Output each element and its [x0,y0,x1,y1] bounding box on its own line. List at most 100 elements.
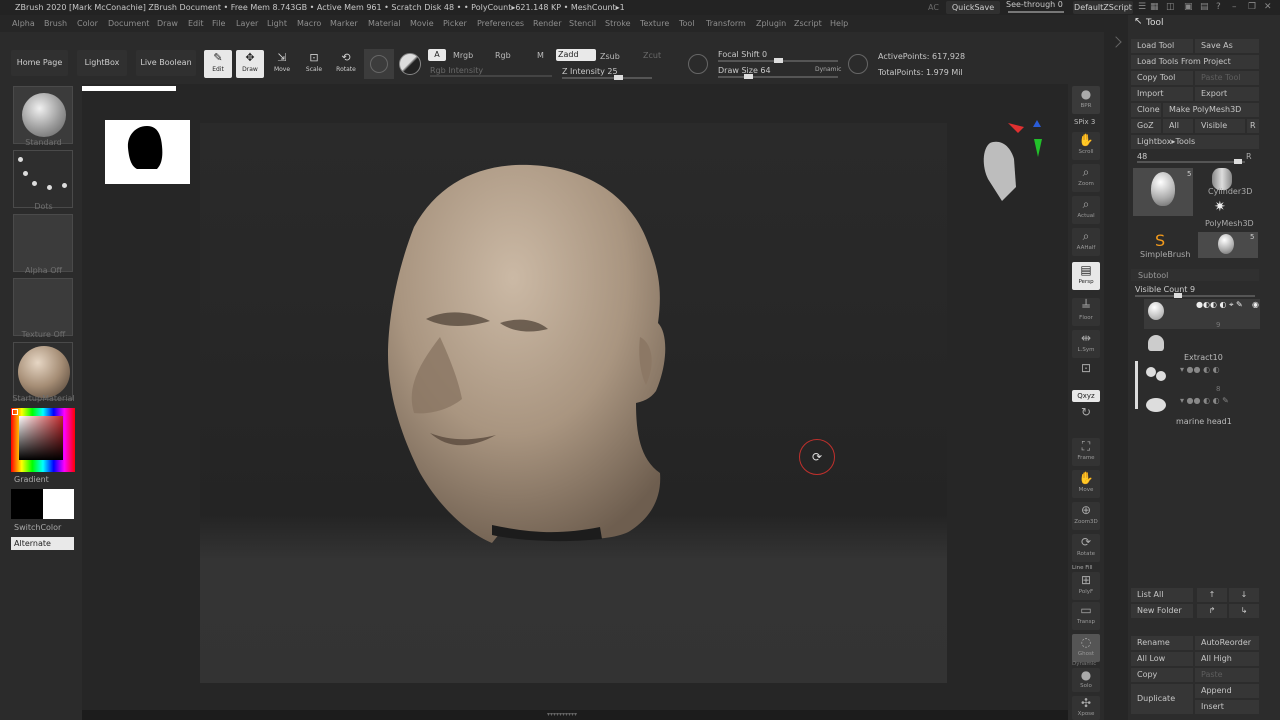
m-button[interactable]: M [537,51,544,60]
draw-size-track[interactable] [718,76,838,78]
main-color-swatch[interactable] [11,489,43,519]
frame-button[interactable]: ⛶ Frame [1072,438,1100,466]
quicksave-button[interactable]: QuickSave [946,1,1000,14]
zcut-button[interactable]: Zcut [643,51,661,60]
autoreorder-button[interactable]: AutoReorder [1195,636,1259,650]
subtool-header[interactable]: Subtool [1131,269,1259,281]
minimize-icon[interactable]: – [1232,0,1237,15]
lightbox-tools-button[interactable]: Lightbox▸Tools [1131,135,1259,149]
material-thumbnail[interactable] [13,342,73,400]
menu-zscript[interactable]: Zscript [794,15,822,32]
z-intensity-slider[interactable]: Z Intensity 25 [562,67,618,76]
folder-down-button[interactable]: ↳ [1229,604,1259,618]
floor-button[interactable]: ╧ Floor [1072,298,1100,326]
navigation-gizmo[interactable] [970,115,1050,205]
rgb-intensity-slider[interactable]: Rgb Intensity [430,66,483,75]
goz-button[interactable]: GoZ [1131,119,1161,133]
subtool-scrollbar[interactable] [1135,361,1138,409]
live-boolean-button[interactable]: Live Boolean [136,50,196,76]
simplebrush-icon[interactable]: S [1155,231,1165,250]
load-tools-from-project-button[interactable]: Load Tools From Project [1131,55,1259,69]
zadd-toggle[interactable]: Zadd [556,49,596,61]
menu-picker[interactable]: Picker [443,15,467,32]
menu-transform[interactable]: Transform [706,15,746,32]
draw-mode-button[interactable]: ✥ Draw [236,50,264,78]
ghost-button[interactable]: ◌ Ghost [1072,634,1100,662]
load-tool-button[interactable]: Load Tool [1131,39,1193,53]
zoom3d-button[interactable]: ⊕ Zoom3D [1072,502,1100,530]
goz-r-button[interactable]: R [1247,119,1259,133]
move-view-button[interactable]: ✋ Move [1072,470,1100,498]
close-icon[interactable]: ✕ [1264,0,1272,15]
color-picker[interactable] [11,408,75,472]
zoom-button[interactable]: ⌕ Zoom [1072,164,1100,192]
eye-icon[interactable]: ◉ [1252,300,1259,309]
spix-slider[interactable]: SPix 3 [1074,118,1095,126]
rgb-button[interactable]: Rgb [495,51,511,60]
secondary-color-swatch[interactable] [43,489,74,519]
texture-thumbnail[interactable] [13,278,73,336]
visibility-toggles[interactable]: ▾ ●● ◐ ◐ ✎ [1180,396,1229,405]
current-tool-thumbnail[interactable]: 5 [1133,168,1193,216]
sculpt-head-model[interactable] [200,123,947,683]
tool-slider-value[interactable]: 48 [1137,152,1147,161]
rename-button[interactable]: Rename [1131,636,1193,650]
menu-marker[interactable]: Marker [330,15,358,32]
all-low-button[interactable]: All Low [1131,652,1193,666]
collapse-arrow-icon[interactable] [1110,36,1122,48]
aahalf-button[interactable]: ⌕ AAHalf [1072,228,1100,256]
menu-zplugin[interactable]: Zplugin [756,15,786,32]
dynamic-toggle[interactable]: Dynamic [815,66,841,73]
new-folder-button[interactable]: New Folder [1131,604,1193,618]
z-intensity-handle[interactable] [614,75,623,80]
menu-tool[interactable]: Tool [679,15,695,32]
menu-render[interactable]: Render [533,15,561,32]
menu-draw[interactable]: Draw [157,15,178,32]
menu-document[interactable]: Document [108,15,149,32]
scroll-button[interactable]: ✋ Scroll [1072,132,1100,160]
copy-tool-button[interactable]: Copy Tool [1131,71,1193,85]
menu-macro[interactable]: Macro [297,15,321,32]
restore-icon[interactable]: ❐ [1248,0,1256,15]
alternate-toggle[interactable]: Alternate [11,537,74,550]
canvas[interactable]: ⟳ [200,123,947,683]
menu-stencil[interactable]: Stencil [569,15,596,32]
subtool-row-4[interactable]: ▾ ●● ◐ ◐ ✎ marine head1 [1144,396,1260,426]
polyf-button[interactable]: ⊞ PolyF [1072,572,1100,600]
paste-subtool-button[interactable]: Paste [1195,668,1259,682]
append-button[interactable]: Append [1195,684,1259,698]
goz-all-button[interactable]: All [1163,119,1193,133]
menu-color[interactable]: Color [77,15,98,32]
list-all-button[interactable]: List All [1131,588,1193,602]
simplebrush-label[interactable]: SimpleBrush [1140,250,1190,259]
layout-icon[interactable]: ▦ [1150,0,1159,15]
menu-file[interactable]: File [212,15,225,32]
visible-count-track[interactable] [1135,295,1255,297]
bpr-button[interactable]: ● BPR [1072,86,1100,114]
export-button[interactable]: Export [1195,87,1259,101]
folder-up-button[interactable]: ↱ [1197,604,1227,618]
draw-size-handle[interactable] [744,74,753,79]
transp-button[interactable]: ▭ Transp [1072,602,1100,630]
menu-texture[interactable]: Texture [640,15,669,32]
solo-button[interactable]: ● Solo [1072,668,1100,692]
copy-subtool-button[interactable]: Copy [1131,668,1193,682]
scale-mode-button[interactable]: ⊡ Scale [300,50,328,78]
menu-movie[interactable]: Movie [410,15,434,32]
visibility-toggles[interactable]: ●◐◐ ◐ ⌖ ✎ [1196,300,1243,310]
rgb-intensity-track[interactable] [430,75,552,77]
window-icon[interactable]: ▣ [1184,0,1193,15]
menu-material[interactable]: Material [368,15,401,32]
all-high-button[interactable]: All High [1195,652,1259,666]
make-polymesh3d-button[interactable]: Make PolyMesh3D [1163,103,1259,117]
menu-edit[interactable]: Edit [188,15,204,32]
material-swatch-button[interactable] [364,49,394,79]
menu-stroke[interactable]: Stroke [605,15,631,32]
edit-mode-button[interactable]: ✎ Edit [204,50,232,78]
clone-button[interactable]: Clone [1131,103,1161,117]
visible-count-slider[interactable]: Visible Count 9 [1135,285,1195,294]
a-toggle[interactable]: A [428,49,446,61]
menu-brush[interactable]: Brush [44,15,67,32]
save-as-button[interactable]: Save As [1195,39,1259,53]
menu-light[interactable]: Light [267,15,287,32]
